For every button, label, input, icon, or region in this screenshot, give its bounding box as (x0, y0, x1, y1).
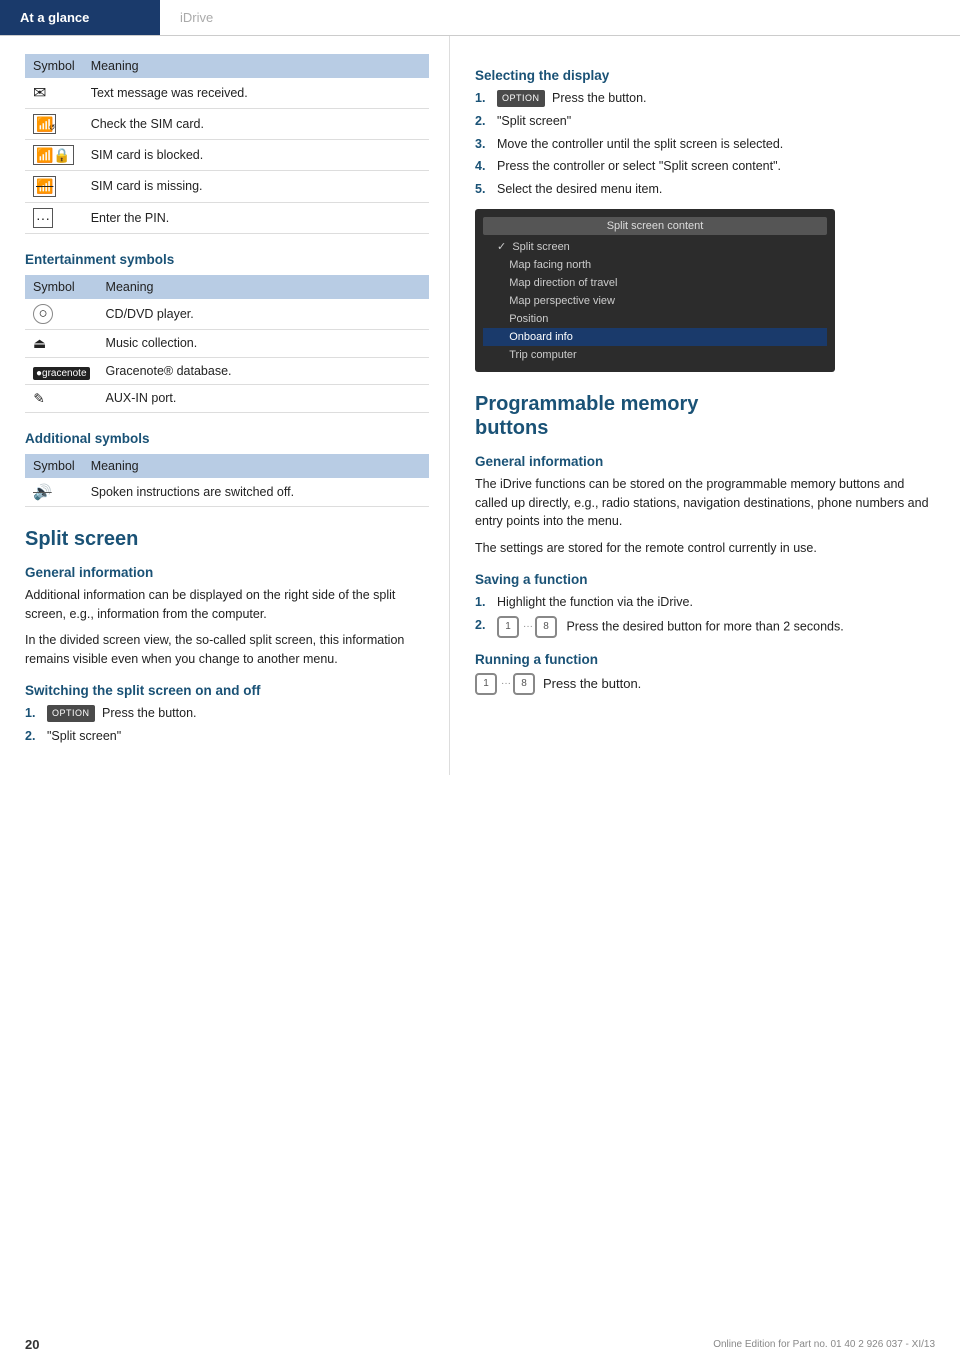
option-button-icon: OPTION (497, 90, 545, 108)
menu-item: Map perspective view (483, 292, 827, 310)
table-row: ✏ AUX-IN port. (25, 384, 429, 412)
list-item: 1. OPTION Press the button. (475, 89, 935, 108)
meaning-cell: Enter the PIN. (83, 202, 429, 233)
symbol-cell: ✉ (25, 78, 83, 109)
header-right-label: iDrive (180, 10, 213, 25)
menu-item: Trip computer (483, 346, 827, 364)
selecting-heading: Selecting the display (475, 68, 935, 83)
table-row: ✉ Text message was received. (25, 78, 429, 109)
symbol-cell: ··· (25, 202, 83, 233)
right-general-info-heading: General information (475, 454, 935, 469)
online-edition-text: Online Edition for Part no. 01 40 2 926 … (713, 1339, 935, 1350)
col-meaning-header: Meaning (83, 54, 429, 78)
list-item: 2. "Split screen" (475, 112, 935, 131)
table-row: 📶↺ Check the SIM card. (25, 109, 429, 140)
split-screen-preview: Split screen content ✓ Split screen Map … (475, 209, 835, 372)
memory-btn-8-run: 8 (513, 673, 535, 695)
switching-heading: Switching the split screen on and off (25, 683, 429, 698)
symbol-cell: 📶 (25, 171, 83, 202)
list-item: 3. Move the controller until the split s… (475, 135, 935, 154)
saving-heading: Saving a function (475, 572, 935, 587)
list-item: 2. 1 ··· 8 Press the desired button for … (475, 616, 935, 638)
memory-btn-1: 1 (497, 616, 519, 638)
left-column: Symbol Meaning ✉ Text message was receiv… (0, 36, 450, 775)
option-button-icon: OPTION (47, 705, 95, 723)
symbol-table-main: Symbol Meaning ✉ Text message was receiv… (25, 54, 429, 234)
meaning-cell: Check the SIM card. (83, 109, 429, 140)
symbol-cell: 🔊 (25, 478, 83, 507)
meaning-cell: Music collection. (98, 329, 429, 357)
menu-item: ✓ Split screen (483, 237, 827, 256)
list-item: 1. Highlight the function via the iDrive… (475, 593, 935, 612)
meaning-cell: Spoken instructions are switched off. (83, 478, 429, 507)
symbol-cell: 📶↺ (25, 109, 83, 140)
prog-memory-heading: Programmable memorybuttons (475, 392, 935, 440)
running-text: Press the button. (543, 676, 641, 691)
ent-symbol-col: Symbol (25, 275, 98, 299)
page-footer: 20 Online Edition for Part no. 01 40 2 9… (0, 1337, 960, 1352)
header-left-tab: At a glance (0, 0, 160, 35)
switching-steps-list: 1. OPTION Press the button. 2. "Split sc… (25, 704, 429, 746)
ent-meaning-col: Meaning (98, 275, 429, 299)
list-item: 1. OPTION Press the button. (25, 704, 429, 723)
split-general-para-2: In the divided screen view, the so-calle… (25, 631, 429, 669)
list-item: 2. "Split screen" (25, 727, 429, 746)
list-item: 5. Select the desired menu item. (475, 180, 935, 199)
page-header: At a glance iDrive (0, 0, 960, 36)
symbol-cell: ●gracenote (25, 357, 98, 384)
table-row: ··· Enter the PIN. (25, 202, 429, 233)
menu-item: Map facing north (483, 256, 827, 274)
table-row: 📶 SIM card is missing. (25, 171, 429, 202)
table-row: ●gracenote Gracenote® database. (25, 357, 429, 384)
menu-item-active: Onboard info (483, 328, 827, 346)
table-row: 🔊 Spoken instructions are switched off. (25, 478, 429, 507)
meaning-cell: SIM card is blocked. (83, 140, 429, 171)
add-symbol-col: Symbol (25, 454, 83, 478)
add-meaning-col: Meaning (83, 454, 429, 478)
table-row: 📶🔒 SIM card is blocked. (25, 140, 429, 171)
running-step: 1 ··· 8 Press the button. (475, 673, 935, 695)
memory-btn-8: 8 (535, 616, 557, 638)
table-row: ⏏ Music collection. (25, 329, 429, 357)
memory-btn-1-run: 1 (475, 673, 497, 695)
page-number: 20 (25, 1337, 39, 1352)
meaning-cell: AUX-IN port. (98, 384, 429, 412)
menu-item: Position (483, 310, 827, 328)
main-content: Symbol Meaning ✉ Text message was receiv… (0, 36, 960, 775)
menu-item: Map direction of travel (483, 274, 827, 292)
right-column: Selecting the display 1. OPTION Press th… (450, 36, 960, 775)
list-item: 4. Press the controller or select "Split… (475, 157, 935, 176)
header-right-tab: iDrive (160, 0, 233, 35)
meaning-cell: Gracenote® database. (98, 357, 429, 384)
meaning-cell: CD/DVD player. (98, 299, 429, 330)
meaning-cell: Text message was received. (83, 78, 429, 109)
table-row: ○ CD/DVD player. (25, 299, 429, 330)
right-general-info-para-1: The iDrive functions can be stored on th… (475, 475, 935, 531)
running-heading: Running a function (475, 652, 935, 667)
entertainment-table: Symbol Meaning ○ CD/DVD player. ⏏ Music … (25, 275, 429, 413)
symbol-cell: ○ (25, 299, 98, 330)
meaning-cell: SIM card is missing. (83, 171, 429, 202)
split-general-heading: General information (25, 565, 429, 580)
col-symbol-header: Symbol (25, 54, 83, 78)
entertainment-heading: Entertainment symbols (25, 252, 429, 267)
saving-steps-list: 1. Highlight the function via the iDrive… (475, 593, 935, 638)
right-general-info-para-2: The settings are stored for the remote c… (475, 539, 935, 558)
additional-table: Symbol Meaning 🔊 Spoken instructions are… (25, 454, 429, 507)
symbol-cell: ✏ (25, 384, 98, 412)
split-general-para-1: Additional information can be displayed … (25, 586, 429, 624)
header-left-label: At a glance (20, 10, 89, 25)
selecting-steps-list: 1. OPTION Press the button. 2. "Split sc… (475, 89, 935, 199)
additional-heading: Additional symbols (25, 431, 429, 446)
menu-title: Split screen content (483, 217, 827, 235)
split-screen-heading: Split screen (25, 527, 429, 551)
symbol-cell: 📶🔒 (25, 140, 83, 171)
symbol-cell: ⏏ (25, 329, 98, 357)
